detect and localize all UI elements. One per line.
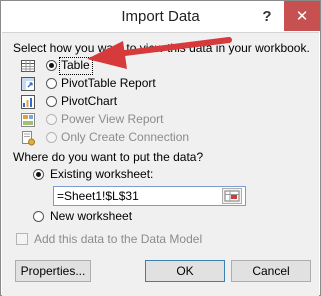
cancel-button-label: Cancel <box>252 264 290 278</box>
table-icon <box>21 60 35 72</box>
radio-only-connection[interactable] <box>46 132 57 143</box>
label-new-worksheet[interactable]: New worksheet <box>50 209 132 223</box>
data-model-checkbox[interactable] <box>16 233 28 245</box>
range-input-value: =Sheet1!$L$31 <box>57 189 139 203</box>
help-icon: ? <box>262 7 272 25</box>
cancel-button[interactable]: Cancel <box>231 260 311 282</box>
radio-new-worksheet[interactable] <box>33 211 44 222</box>
close-icon: ✕ <box>295 8 309 25</box>
range-input[interactable]: =Sheet1!$L$31 <box>53 186 246 206</box>
powerview-icon <box>21 113 35 127</box>
help-button[interactable]: ? <box>249 1 285 31</box>
radio-existing-worksheet[interactable] <box>33 169 44 180</box>
radio-table[interactable] <box>46 60 57 71</box>
import-data-dialog: Import Data ? ✕ Select how you want to v… <box>0 0 321 296</box>
radio-pivotchart[interactable] <box>46 96 57 107</box>
label-pivotchart[interactable]: PivotChart <box>61 94 117 108</box>
pivottable-icon <box>21 77 35 91</box>
properties-button-label: Properties... <box>20 264 86 278</box>
location-heading: Where do you want to put the data? <box>13 150 204 164</box>
label-only-connection: Only Create Connection <box>61 130 190 144</box>
ok-button-label: OK <box>176 264 194 278</box>
label-pivottable[interactable]: PivotTable Report <box>61 76 156 90</box>
label-existing-worksheet[interactable]: Existing worksheet: <box>50 167 153 181</box>
title-bar[interactable]: Import Data ? ✕ <box>1 1 320 32</box>
radio-pivottable[interactable] <box>46 78 57 89</box>
connection-icon <box>22 131 35 146</box>
radio-powerview[interactable] <box>46 114 57 125</box>
properties-button[interactable]: Properties... <box>15 260 91 282</box>
ok-button[interactable]: OK <box>145 260 225 282</box>
collapse-dialog-button[interactable] <box>222 188 242 204</box>
dialog-body: Select how you want to view this data in… <box>2 32 319 296</box>
pivotchart-icon <box>21 95 35 109</box>
annotation-arrow <box>87 37 232 69</box>
label-data-model: Add this data to the Data Model <box>34 232 203 246</box>
close-button[interactable]: ✕ <box>284 1 320 31</box>
label-powerview: Power View Report <box>61 112 164 126</box>
